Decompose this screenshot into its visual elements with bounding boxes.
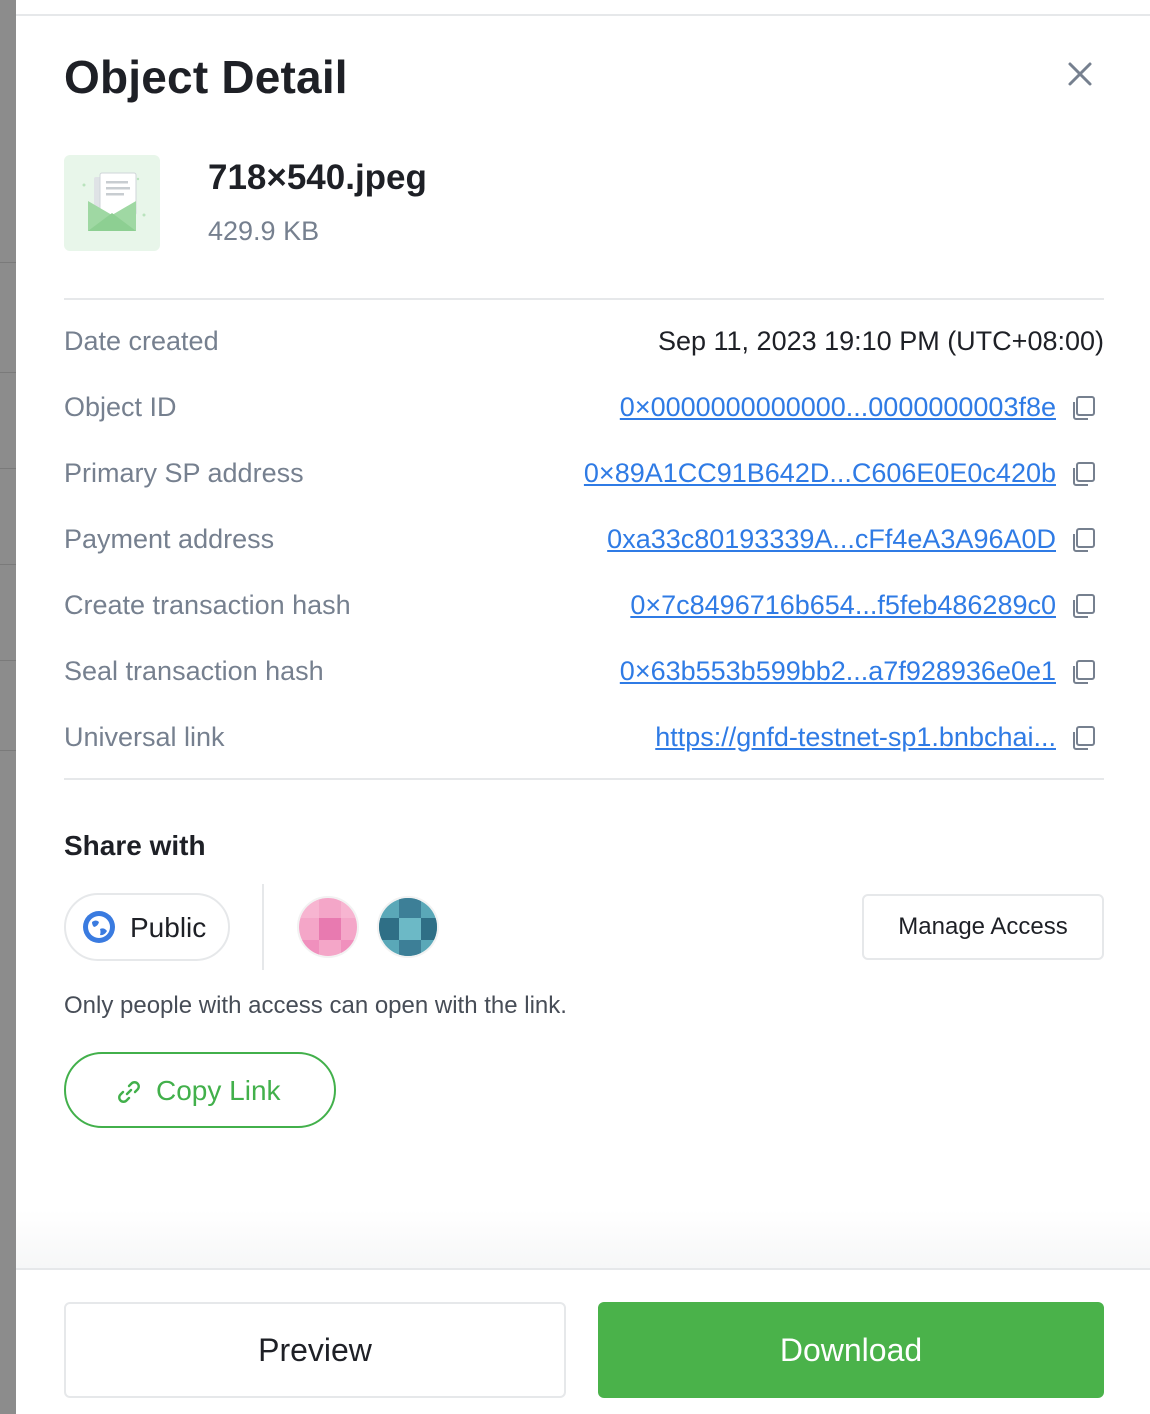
avatar[interactable] <box>297 896 359 958</box>
copy-icon[interactable] <box>1070 460 1098 488</box>
background-page-edge <box>0 0 16 1414</box>
payment-address-link[interactable]: 0xa33c80193339A...cFf4eA3A96A0D <box>607 524 1056 555</box>
detail-row-universal-link: Universal link https://gnfd-testnet-sp1.… <box>64 718 1104 758</box>
file-size: 429.9 KB <box>208 216 320 246</box>
date-created-value: Sep 11, 2023 19:10 PM (UTC+08:00) <box>657 326 1104 356</box>
detail-label: Seal transaction hash <box>64 656 324 686</box>
manage-access-button[interactable]: Manage Access <box>862 894 1104 960</box>
create-transaction-hash-link[interactable]: 0×7c8496716b654...f5feb486289c0 <box>630 590 1056 621</box>
copy-link-label: Copy Link <box>156 1075 281 1106</box>
universal-link[interactable]: https://gnfd-testnet-sp1.bnbchai... <box>655 722 1056 753</box>
detail-row-primary-sp-address: Primary SP address 0×89A1CC91B642D...C60… <box>64 454 1104 494</box>
detail-label: Date created <box>64 326 219 356</box>
public-access-chip[interactable]: Public <box>64 893 230 961</box>
file-name: 718×540.jpeg <box>208 158 427 197</box>
file-thumbnail <box>64 155 160 251</box>
primary-sp-address-link[interactable]: 0×89A1CC91B642D...C606E0E0c420b <box>584 458 1056 489</box>
copy-icon[interactable] <box>1070 592 1098 620</box>
share-note: Only people with access can open with th… <box>64 992 567 1019</box>
link-icon <box>118 1081 140 1103</box>
footer-divider <box>16 1268 1150 1270</box>
footer-shadow <box>16 1210 1150 1270</box>
close-icon[interactable] <box>1060 54 1100 94</box>
detail-label: Primary SP address <box>64 458 304 488</box>
avatar[interactable] <box>377 896 439 958</box>
detail-row-seal-transaction-hash: Seal transaction hash 0×63b553b599bb2...… <box>64 652 1104 692</box>
detail-label: Object ID <box>64 392 177 422</box>
copy-icon[interactable] <box>1070 526 1098 554</box>
vertical-divider <box>262 884 264 970</box>
copy-icon[interactable] <box>1070 658 1098 686</box>
detail-label: Create transaction hash <box>64 590 351 620</box>
object-detail-drawer: Object Detail 718×540.jpeg 429.9 KB Date… <box>16 16 1150 1414</box>
download-button[interactable]: Download <box>598 1302 1104 1398</box>
seal-transaction-hash-link[interactable]: 0×63b553b599bb2...a7f928936e0e1 <box>620 656 1056 687</box>
globe-icon <box>83 911 115 943</box>
object-id-link[interactable]: 0×0000000000000...0000000003f8e <box>620 392 1056 423</box>
copy-icon[interactable] <box>1070 394 1098 422</box>
copy-link-button[interactable]: Copy Link <box>64 1052 336 1128</box>
detail-row-date-created: Date created Sep 11, 2023 19:10 PM (UTC+… <box>64 322 1104 362</box>
avatar-teal-pattern <box>379 898 437 956</box>
detail-row-object-id: Object ID 0×0000000000000...0000000003f8… <box>64 388 1104 428</box>
detail-row-payment-address: Payment address 0xa33c80193339A...cFf4eA… <box>64 520 1104 560</box>
detail-label: Payment address <box>64 524 275 554</box>
close-button[interactable] <box>1060 54 1100 94</box>
divider <box>64 298 1104 300</box>
divider <box>64 778 1104 780</box>
detail-label: Universal link <box>64 722 225 752</box>
preview-button[interactable]: Preview <box>64 1302 566 1398</box>
avatar-pink-pattern <box>299 898 357 956</box>
copy-icon[interactable] <box>1070 724 1098 752</box>
file-envelope-icon <box>82 172 146 231</box>
share-with-title: Share with <box>64 830 206 861</box>
public-label: Public <box>130 912 207 943</box>
drawer-title: Object Detail <box>64 51 348 103</box>
detail-row-create-transaction-hash: Create transaction hash 0×7c8496716b654.… <box>64 586 1104 626</box>
